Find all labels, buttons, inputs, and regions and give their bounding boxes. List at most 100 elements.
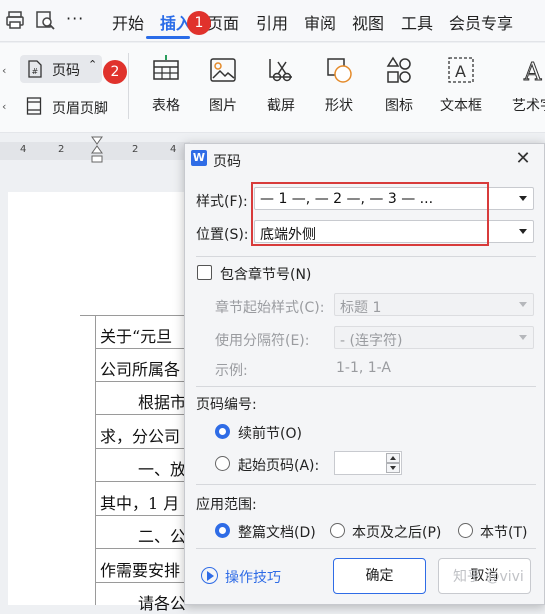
scope-section-radio[interactable] <box>458 523 473 538</box>
dropdown-arrow-icon <box>519 196 527 201</box>
scope-section-label: 本节(T) <box>480 525 528 541</box>
tab-review[interactable]: 审阅 <box>304 10 336 34</box>
doc-line: 请各公 <box>138 594 187 613</box>
picture-icon <box>210 58 236 82</box>
picture-button[interactable]: 图片 <box>200 55 246 115</box>
active-tab-underline <box>146 36 190 39</box>
more-icon[interactable]: ··· <box>66 9 84 28</box>
dropdown-arrow-icon <box>519 335 527 340</box>
wps-writer-icon: W <box>191 150 207 166</box>
scissors-icon <box>269 59 292 82</box>
spin-up-icon[interactable] <box>386 453 400 463</box>
icons-button[interactable]: 图标 <box>376 55 422 115</box>
spin-down-icon[interactable] <box>386 463 400 473</box>
wordart-button[interactable]: A 艺术字 <box>504 55 545 115</box>
ruler-tick: 4 <box>170 144 177 155</box>
table-label: 表格 <box>152 98 180 114</box>
include-chapter-checkbox[interactable] <box>197 265 212 280</box>
table-border <box>95 481 193 482</box>
svg-text:A: A <box>455 62 466 81</box>
continue-radio[interactable] <box>215 424 230 439</box>
horizontal-ruler: 4 2 2 4 <box>0 136 190 163</box>
chevron-left-icon[interactable]: ‹ <box>2 64 6 77</box>
separator-value: - (连字符) <box>340 333 403 349</box>
dropdown-arrow-icon <box>519 229 527 234</box>
separator-label: 使用分隔符(E): <box>215 333 310 349</box>
table-border <box>95 381 193 382</box>
start-at-label: 起始页码(A): <box>238 458 320 474</box>
table-border <box>95 348 193 349</box>
textbox-button[interactable]: A 文本框 <box>432 55 490 115</box>
doc-line: 求，分公司 <box>100 427 181 446</box>
watermark: 知乎 @vivi <box>453 569 524 585</box>
print-icon[interactable] <box>4 9 26 31</box>
header-footer-button[interactable]: 页眉页脚 <box>24 95 124 121</box>
play-circle-icon[interactable] <box>201 567 218 584</box>
table-border <box>95 515 193 516</box>
style-label: 样式(F): <box>196 194 248 210</box>
scope-whole-label: 整篇文档(D) <box>238 525 316 541</box>
start-page-spinner[interactable] <box>334 451 402 475</box>
table-button[interactable]: 表格 <box>143 55 189 115</box>
scope-after-label: 本页及之后(P) <box>352 525 442 541</box>
icons-icon <box>386 56 411 83</box>
screenshot-button[interactable]: 截屏 <box>258 55 304 115</box>
tips-link[interactable]: 操作技巧 <box>225 567 281 587</box>
table-border <box>80 315 193 316</box>
shape-label: 形状 <box>325 98 353 114</box>
table-border <box>95 448 193 449</box>
ok-button[interactable]: 确定 <box>333 558 426 594</box>
page-number-button[interactable]: # 页码 ⌃ <box>20 55 102 83</box>
doc-line: 根据市 <box>138 393 187 412</box>
dialog-title: 页码 <box>213 154 241 170</box>
tab-start[interactable]: 开始 <box>112 10 144 34</box>
tab-member[interactable]: 会员专享 <box>449 10 513 34</box>
table-border <box>95 582 193 583</box>
svg-text:#: # <box>32 67 39 76</box>
doc-line: 一、放 <box>138 460 187 479</box>
ruler-tick: 2 <box>58 144 65 155</box>
icons-label: 图标 <box>385 98 413 114</box>
table-border <box>95 315 96 605</box>
chapter-style-select[interactable]: 标题 1 <box>334 293 534 316</box>
header-footer-icon <box>26 97 42 115</box>
divider <box>196 386 536 387</box>
textbox-icon: A <box>448 57 474 83</box>
tab-page[interactable]: 页面 <box>207 10 239 34</box>
caret-up-icon: ⌃ <box>88 58 98 71</box>
document-page: 关于“元旦 公司所属各 根据市 求，分公司 一、放 其中，1 月 二、公 作需要… <box>8 192 193 613</box>
header-footer-label: 页眉页脚 <box>52 101 108 117</box>
scope-after-radio[interactable] <box>330 523 345 538</box>
dropdown-arrow-icon <box>519 302 527 307</box>
tab-reference[interactable]: 引用 <box>256 10 288 34</box>
example-label: 示例: <box>215 363 248 379</box>
indent-marker-icon[interactable] <box>91 136 103 166</box>
menu-bar: ··· 开始 插入 页面 引用 审阅 视图 工具 会员专享 1 <box>0 0 545 42</box>
picture-label: 图片 <box>209 98 237 114</box>
page-number-icon: # <box>28 60 42 78</box>
ribbon-divider <box>128 53 129 119</box>
scope-heading: 应用范围: <box>196 497 257 513</box>
textbox-label: 文本框 <box>440 98 482 114</box>
start-at-radio[interactable] <box>215 456 230 471</box>
include-chapter-label: 包含章节号(N) <box>220 267 312 283</box>
numbering-heading: 页码编号: <box>196 397 257 413</box>
close-icon[interactable]: ✕ <box>513 149 533 169</box>
print-preview-icon[interactable] <box>34 9 56 31</box>
doc-line: 公司所属各 <box>100 360 181 379</box>
shape-icon <box>327 58 352 83</box>
ruler-tick: 4 <box>20 144 27 155</box>
chevron-left-icon-2[interactable]: ‹ <box>2 100 6 113</box>
chapter-style-label: 章节起始样式(C): <box>215 300 325 316</box>
tab-view[interactable]: 视图 <box>352 10 384 34</box>
doc-line: 作需要安排 <box>100 561 181 580</box>
table-border <box>95 414 193 415</box>
table-icon <box>153 55 179 80</box>
highlight-box <box>251 182 489 246</box>
separator-select[interactable]: - (连字符) <box>334 326 534 349</box>
svg-text:A: A <box>523 58 542 85</box>
shape-button[interactable]: 形状 <box>316 55 362 115</box>
doc-line: 关于“元旦 <box>100 327 173 346</box>
scope-whole-radio[interactable] <box>215 523 230 538</box>
tab-tools[interactable]: 工具 <box>401 10 433 34</box>
